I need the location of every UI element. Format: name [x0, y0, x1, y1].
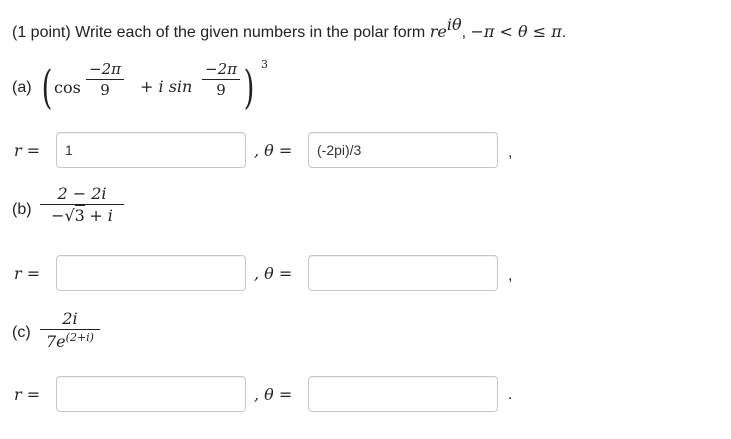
part-c-numerator: 2i — [62, 309, 78, 328]
header-period: . — [561, 24, 567, 41]
part-a-fraction-1: −2π 9 — [86, 60, 124, 99]
part-c-denominator: 7e(2+i) — [40, 331, 100, 351]
part-c-label: (c) — [12, 324, 31, 341]
part-a-left-paren: ( — [41, 60, 53, 114]
part-c-r-label: r = — [14, 385, 41, 404]
part-a-frac1-denominator: 9 — [100, 81, 110, 100]
part-b-den-suffix: + i — [89, 206, 113, 226]
part-b-r-input[interactable] — [56, 255, 246, 291]
polar-form-exponent: iθ — [446, 15, 462, 34]
problem-header: (1 point) Write each of the given number… — [12, 14, 566, 44]
part-b-sqrt-arg: 3 — [74, 205, 85, 226]
part-a-cos: cos — [54, 78, 81, 97]
part-a-frac1-numerator: −2π — [89, 60, 121, 78]
polar-form-base: re — [429, 22, 447, 41]
part-b-numerator: 2 − 2i — [57, 184, 107, 203]
part-b-theta-input[interactable] — [308, 255, 498, 291]
header-comma: , — [461, 24, 467, 41]
part-a-frac2-denominator: 9 — [216, 81, 226, 100]
part-c-theta-input[interactable] — [308, 376, 498, 412]
part-a-r-label: r = — [14, 141, 41, 160]
part-c-den-base: 7e — [46, 332, 66, 352]
fraction-bar — [86, 79, 124, 81]
part-a-fraction-2: −2π 9 — [202, 60, 240, 99]
part-c-den-exponent: (2+i) — [65, 331, 94, 345]
sqrt-sign: √ — [64, 206, 75, 226]
part-b-fraction: 2 − 2i −√3 + i — [40, 184, 124, 226]
part-b-theta-label: , θ = — [254, 264, 293, 283]
theta-range: −π < θ ≤ π — [470, 22, 562, 41]
part-a-theta-label: , θ = — [254, 141, 293, 160]
fraction-bar — [40, 329, 100, 331]
part-b-r-label: r = — [14, 264, 41, 283]
part-a-theta-input[interactable] — [308, 132, 498, 168]
points-label: (1 point) — [12, 24, 71, 41]
part-a-label: (a) — [12, 79, 32, 96]
part-a-right-paren: ) — [243, 60, 255, 114]
part-b-end-punct: , — [508, 267, 513, 284]
part-a-r-input[interactable] — [56, 132, 246, 168]
part-a-frac2-numerator: −2π — [205, 60, 237, 78]
part-a-power: 3 — [261, 58, 268, 71]
part-a-plus-i-sin: + i sin — [140, 77, 193, 96]
part-c-r-input[interactable] — [56, 376, 246, 412]
part-b-den-prefix: − — [51, 206, 65, 226]
instruction-text: Write each of the given numbers in the p… — [75, 24, 426, 41]
part-b-label: (b) — [12, 201, 32, 218]
part-b-denominator: −√3 + i — [40, 205, 124, 226]
part-c-fraction: 2i 7e(2+i) — [40, 309, 100, 351]
fraction-bar — [202, 79, 240, 81]
part-c-end-punct: . — [508, 386, 513, 403]
part-a-end-punct: , — [508, 144, 513, 161]
part-c-theta-label: , θ = — [254, 385, 293, 404]
